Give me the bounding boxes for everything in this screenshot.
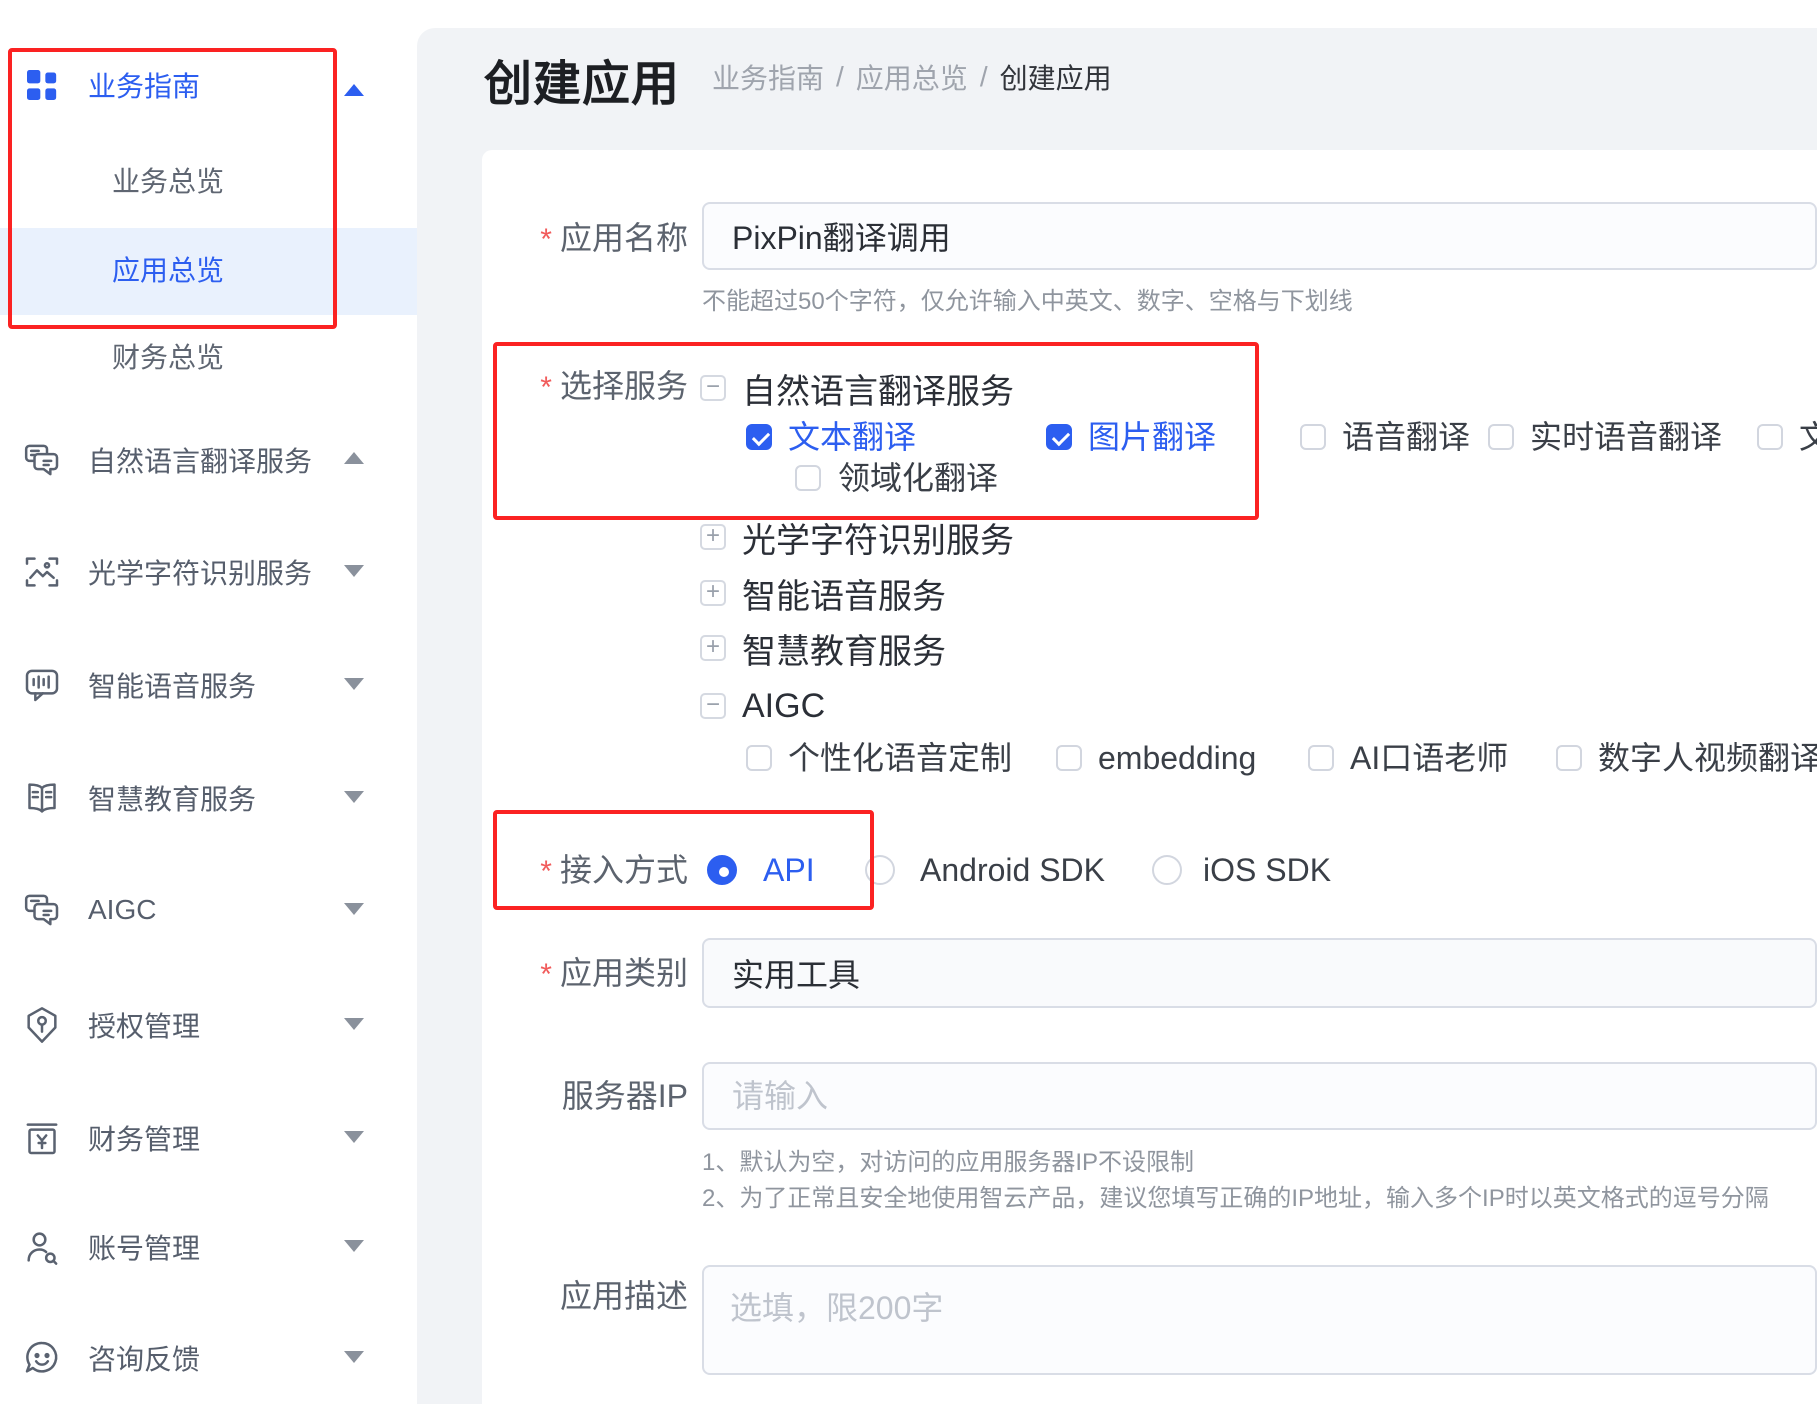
grid-icon <box>22 65 62 105</box>
open-book-icon <box>22 778 62 818</box>
checkbox-label-digital-human-video[interactable]: 数字人视频翻译 <box>1598 736 1817 780</box>
sidebar-item-label: 账号管理 <box>88 1227 200 1267</box>
chevron-down-icon[interactable] <box>344 1131 364 1143</box>
app-category-label: *应用类别 <box>438 951 688 995</box>
chevron-down-icon[interactable] <box>344 565 364 577</box>
voice-bubble-icon <box>22 665 62 705</box>
checkbox-embedding[interactable] <box>1056 745 1082 771</box>
radio-label-android-sdk[interactable]: Android SDK <box>920 848 1105 892</box>
sidebar-item-app-overview[interactable]: 应用总览 <box>112 251 224 291</box>
user-icon <box>22 1227 62 1267</box>
chevron-down-icon[interactable] <box>344 678 364 690</box>
image-scan-icon <box>22 552 62 592</box>
checkbox-ai-speaking-teacher[interactable] <box>1308 745 1334 771</box>
checkbox-domain-translation[interactable] <box>795 465 821 491</box>
chevron-up-icon[interactable] <box>344 84 364 96</box>
chevron-down-icon[interactable] <box>344 791 364 803</box>
app-category-select[interactable] <box>702 938 1817 1008</box>
feedback-smile-icon <box>22 1338 62 1378</box>
tree-node-education-service: + 智慧教育服务 <box>700 628 946 668</box>
chevron-down-icon[interactable] <box>344 1018 364 1030</box>
checkbox-custom-voice[interactable] <box>746 745 772 771</box>
checkbox-realtime-speech-translation[interactable] <box>1488 424 1514 450</box>
checkbox-label-clipped[interactable]: 文 <box>1799 415 1817 459</box>
app-name-label: *应用名称 <box>438 216 688 260</box>
breadcrumb-item-current: 创建应用 <box>1000 57 1112 97</box>
app-name-input[interactable] <box>702 202 1817 270</box>
chevron-up-icon[interactable] <box>344 452 364 464</box>
page-title: 创建应用 <box>484 44 680 114</box>
server-ip-helper-1: 1、默认为空，对访问的应用服务器IP不设限制 <box>702 1147 1194 1179</box>
app-description-label: 应用描述 <box>438 1274 688 1318</box>
checkbox-label-speech-translation[interactable]: 语音翻译 <box>1342 415 1470 459</box>
sidebar-item-finance-overview[interactable]: 财务总览 <box>112 338 224 378</box>
chevron-down-icon[interactable] <box>344 1240 364 1252</box>
expand-expander-icon[interactable]: + <box>700 524 726 550</box>
sidebar-item-label: 智慧教育服务 <box>88 778 256 818</box>
collapse-expander-icon[interactable]: − <box>700 375 726 401</box>
checkbox-digital-human-video[interactable] <box>1556 745 1582 771</box>
breadcrumb-separator: / <box>980 61 988 93</box>
sidebar-item-label: 智能语音服务 <box>88 665 256 705</box>
checkbox-text-translation[interactable] <box>746 424 772 450</box>
access-mode-label: *接入方式 <box>438 848 688 892</box>
radio-api[interactable] <box>707 855 737 885</box>
cash-box-icon <box>22 1118 62 1158</box>
breadcrumb-separator: / <box>836 61 844 93</box>
tree-node-aigc: − AIGC <box>700 686 825 726</box>
checkbox-label-image-translation[interactable]: 图片翻译 <box>1088 415 1216 459</box>
sidebar-item-label: 光学字符识别服务 <box>88 552 312 592</box>
app-name-helper-text: 不能超过50个字符，仅允许输入中英文、数字、空格与下划线 <box>702 286 1353 318</box>
tree-node-ocr-service: + 光学字符识别服务 <box>700 517 1014 557</box>
sidebar-item-label: 财务管理 <box>88 1118 200 1158</box>
tree-node-speech-service: + 智能语音服务 <box>700 573 946 613</box>
sidebar-item-label: 咨询反馈 <box>88 1338 200 1378</box>
collapse-expander-icon[interactable]: − <box>700 693 726 719</box>
breadcrumb-item-app-overview[interactable]: 应用总览 <box>856 57 968 97</box>
checkbox-label-domain-translation[interactable]: 领域化翻译 <box>838 456 998 500</box>
checkbox-clipped[interactable] <box>1757 424 1783 450</box>
tree-node-label[interactable]: 自然语言翻译服务 <box>742 364 1014 413</box>
expand-expander-icon[interactable]: + <box>700 580 726 606</box>
checkbox-label-ai-speaking-teacher[interactable]: AI口语老师 <box>1350 736 1508 780</box>
checkbox-label-text-translation[interactable]: 文本翻译 <box>788 415 916 459</box>
server-ip-helper-2: 2、为了正常且安全地使用智云产品，建议您填写正确的IP地址，输入多个IP时以英文… <box>702 1183 1769 1215</box>
chat-bubbles-icon <box>22 890 62 930</box>
radio-ios-sdk[interactable] <box>1152 855 1182 885</box>
tree-node-label[interactable]: AIGC <box>742 687 825 726</box>
required-asterisk: * <box>540 958 552 991</box>
checkbox-speech-translation[interactable] <box>1300 424 1326 450</box>
app-description-textarea[interactable] <box>702 1265 1817 1375</box>
tree-node-nlp-service: − 自然语言翻译服务 <box>700 368 1014 408</box>
sidebar-item-label: AIGC <box>88 894 156 926</box>
sidebar-item-label: 授权管理 <box>88 1005 200 1045</box>
checkbox-label-custom-voice[interactable]: 个性化语音定制 <box>788 736 1012 780</box>
checkbox-image-translation[interactable] <box>1046 424 1072 450</box>
server-ip-input[interactable] <box>702 1062 1817 1130</box>
app-window: 业务指南 业务总览 应用总览 财务总览 自然语言翻译服务 光学字符识别服务 <box>0 0 1817 1404</box>
expand-expander-icon[interactable]: + <box>700 635 726 661</box>
sidebar-item-label: 自然语言翻译服务 <box>88 440 312 480</box>
sidebar-item-label: 业务指南 <box>88 65 200 105</box>
breadcrumb: 业务指南 / 应用总览 / 创建应用 <box>712 60 1112 94</box>
tree-node-label[interactable]: 智能语音服务 <box>742 569 946 618</box>
chevron-down-icon[interactable] <box>344 903 364 915</box>
shield-key-icon <box>22 1005 62 1045</box>
chevron-down-icon[interactable] <box>344 1351 364 1363</box>
breadcrumb-item-business-guide[interactable]: 业务指南 <box>712 57 824 97</box>
radio-label-api[interactable]: API <box>763 848 815 892</box>
required-asterisk: * <box>540 223 552 256</box>
server-ip-label: 服务器IP <box>438 1074 688 1118</box>
required-asterisk: * <box>540 855 552 888</box>
tree-node-label[interactable]: 光学字符识别服务 <box>742 513 1014 562</box>
checkbox-label-realtime-speech-translation[interactable]: 实时语音翻译 <box>1530 415 1722 459</box>
radio-label-ios-sdk[interactable]: iOS SDK <box>1203 848 1331 892</box>
chat-translate-icon <box>22 440 62 480</box>
required-asterisk: * <box>540 371 552 404</box>
select-services-label: *选择服务 <box>438 364 688 408</box>
sidebar-item-business-overview[interactable]: 业务总览 <box>112 162 224 202</box>
tree-node-label[interactable]: 智慧教育服务 <box>742 624 946 673</box>
radio-android-sdk[interactable] <box>865 855 895 885</box>
checkbox-label-embedding[interactable]: embedding <box>1098 736 1256 780</box>
